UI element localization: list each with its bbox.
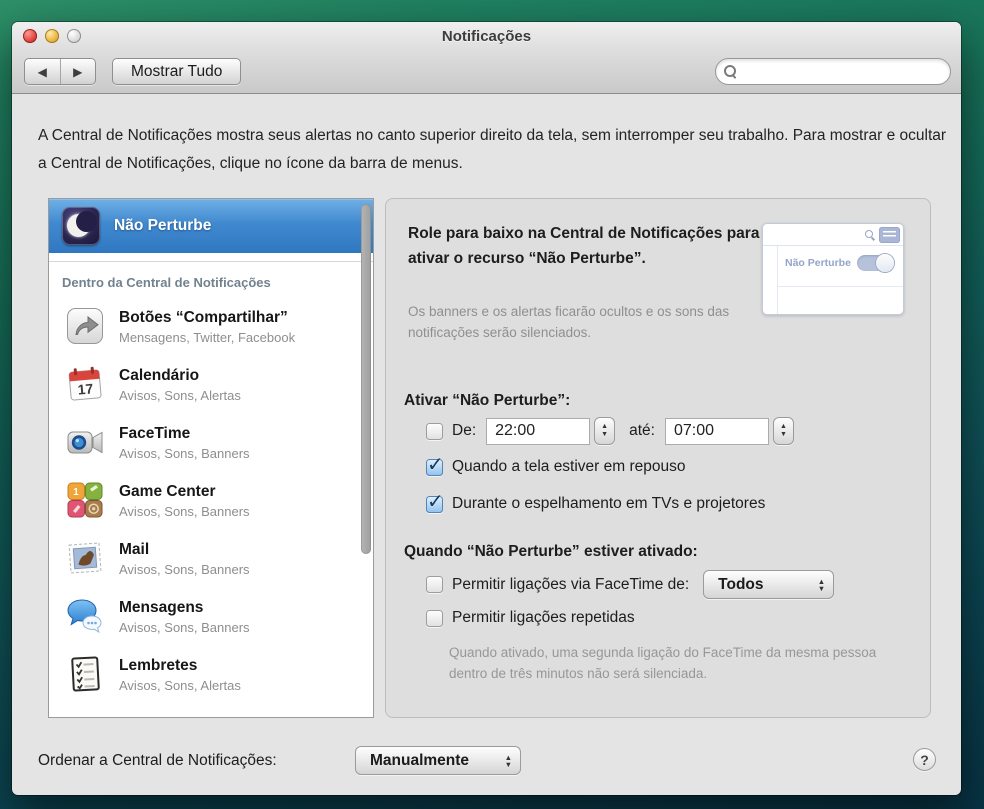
sidebar-list: Botões “Compartilhar” Mensagens, Twitter…	[49, 297, 359, 703]
from-label: De:	[452, 422, 477, 439]
sidebar-item-mensagens[interactable]: Mensagens Avisos, Sons, Banners	[49, 587, 359, 645]
sidebar-item-mail[interactable]: Mail Avisos, Sons, Banners	[49, 529, 359, 587]
search-icon	[724, 65, 737, 78]
sidebar: Não Perturbe Dentro da Central de Notifi…	[48, 198, 374, 718]
mirror-checkbox-label: Durante o espelhamento em TVs e projetor…	[452, 495, 766, 512]
preview-dnd-label: Não Perturbe	[785, 257, 851, 269]
do-not-disturb-panel: Role para baixo na Central de Notificaçõ…	[385, 198, 931, 718]
sleep-checkbox[interactable]	[426, 452, 444, 477]
repeated-calls-checkbox[interactable]	[426, 609, 443, 627]
messages-icon	[67, 599, 102, 634]
sidebar-item-title: Mensagens	[119, 598, 204, 616]
sidebar-item-subtitle: Avisos, Sons, Banners	[119, 619, 250, 635]
intro-text: A Central de Notificações mostra seus al…	[38, 127, 947, 172]
do-not-disturb-moon-icon	[62, 207, 100, 245]
sidebar-item-calendario[interactable]: 17 Calendário Avisos, Sons, Alertas	[49, 355, 359, 413]
to-label: até:	[629, 422, 655, 439]
notification-center-preview: Não Perturbe	[762, 223, 904, 315]
sidebar-selected-label: Não Perturbe	[114, 217, 212, 234]
calendar-icon: 17	[68, 366, 102, 401]
sleep-checkbox-label: Quando a tela estiver em repouso	[452, 458, 686, 475]
back-button[interactable]: ◀	[25, 59, 60, 84]
search-field[interactable]	[715, 58, 951, 85]
game-center-icon: 1	[67, 482, 103, 518]
schedule-row: De: ▲▼ até: ▲▼	[426, 417, 794, 445]
sidebar-item-title: Calendário	[119, 366, 200, 384]
sidebar-item-subtitle: Avisos, Sons, Banners	[119, 503, 250, 519]
sidebar-scrollbar-thumb[interactable]	[361, 204, 371, 554]
mail-icon	[68, 542, 102, 574]
panel-subtext: Os banners e os alertas ficarão ocultos …	[408, 304, 730, 340]
sidebar-item-title: FaceTime	[119, 424, 191, 442]
window-title: Notificações	[441, 28, 532, 45]
preview-search-icon	[865, 230, 875, 240]
sort-popup[interactable]: Manualmente ▲ ▼	[355, 746, 521, 775]
sidebar-item-botoes-compartilhar[interactable]: Botões “Compartilhar” Mensagens, Twitter…	[49, 297, 359, 355]
divider	[777, 246, 778, 314]
sleep-checkbox-row[interactable]: Quando a tela estiver em repouso	[426, 452, 686, 477]
sidebar-item-subtitle: Avisos, Sons, Banners	[119, 561, 250, 577]
divider	[49, 261, 373, 262]
facetime-allow-label: Permitir ligações via FaceTime de:	[452, 575, 690, 593]
share-icon	[67, 308, 103, 344]
sidebar-item-subtitle: Avisos, Sons, Alertas	[119, 677, 241, 693]
to-time-field[interactable]	[664, 417, 769, 445]
search-input[interactable]	[737, 63, 950, 80]
sort-popup-value: Manualmente	[370, 751, 470, 769]
sidebar-item-subtitle: Avisos, Sons, Alertas	[119, 387, 241, 403]
nav-segment: ◀ ▶	[24, 58, 96, 85]
popup-arrows-icon: ▲ ▼	[817, 576, 826, 593]
preview-list-icon	[879, 227, 900, 243]
sidebar-item-title: Lembretes	[119, 656, 198, 674]
repeated-calls-row[interactable]: Permitir ligações repetidas	[426, 609, 635, 627]
sidebar-item-title: Mail	[119, 540, 150, 558]
sidebar-item-subtitle: Avisos, Sons, Banners	[119, 445, 250, 461]
help-button[interactable]: ?	[913, 748, 936, 771]
preferences-window: Notificações ◀ ▶ Mostrar Tudo A Central …	[12, 22, 961, 795]
sidebar-item-lembretes[interactable]: Lembretes Avisos, Sons, Alertas	[49, 645, 359, 703]
mirror-checkbox-row[interactable]: Durante o espelhamento em TVs e projetor…	[426, 489, 766, 514]
sidebar-item-facetime[interactable]: FaceTime Avisos, Sons, Banners	[49, 413, 359, 471]
sidebar-item-nao-perturbe[interactable]: Não Perturbe	[49, 199, 373, 253]
forward-button[interactable]: ▶	[59, 59, 96, 84]
activate-section-label: Ativar “Não Perturbe”:	[404, 392, 571, 409]
sidebar-section-header: Dentro da Central de Notificações	[62, 275, 271, 290]
svg-text:1: 1	[73, 487, 79, 498]
sidebar-item-game-center[interactable]: 1 Game Center Avisos, Sons, Banners	[49, 471, 359, 529]
facetime-allow-checkbox[interactable]	[426, 576, 443, 593]
preview-dnd-toggle	[857, 254, 894, 272]
mirror-checkbox[interactable]	[426, 489, 444, 514]
toolbar: ◀ ▶ Mostrar Tudo	[12, 50, 961, 94]
sidebar-item-subtitle: Mensagens, Twitter, Facebook	[119, 329, 296, 345]
reminders-icon	[71, 656, 100, 692]
show-all-button[interactable]: Mostrar Tudo	[112, 58, 242, 85]
title-bar: Notificações	[12, 22, 961, 50]
facetime-from-value: Todos	[718, 575, 764, 593]
popup-arrows-icon: ▲ ▼	[504, 752, 512, 769]
facetime-allow-row: Permitir ligações via FaceTime de: Todos…	[426, 570, 835, 599]
divider	[777, 286, 903, 287]
repeated-calls-note: Quando ativado, uma segunda ligação do F…	[449, 645, 877, 681]
toggle-knob	[876, 254, 894, 272]
sort-label: Ordenar a Central de Notificações:	[38, 752, 277, 769]
from-time-stepper[interactable]: ▲ ▼	[594, 417, 616, 445]
sidebar-item-title: Game Center	[119, 482, 216, 500]
facetime-from-popup[interactable]: Todos ▲ ▼	[703, 570, 835, 599]
from-time-field[interactable]	[486, 417, 591, 445]
repeated-calls-label: Permitir ligações repetidas	[452, 609, 635, 626]
to-time-stepper[interactable]: ▲ ▼	[772, 417, 794, 445]
facetime-icon	[67, 431, 103, 454]
preview-search-bar	[763, 224, 903, 246]
schedule-checkbox[interactable]	[426, 422, 443, 440]
panel-heading: Role para baixo na Central de Notificaçõ…	[408, 225, 760, 267]
sidebar-item-title: Botões “Compartilhar”	[119, 308, 288, 326]
calendar-day-number: 17	[77, 380, 94, 397]
when-active-section-label: Quando “Não Perturbe” estiver ativado:	[404, 543, 698, 560]
